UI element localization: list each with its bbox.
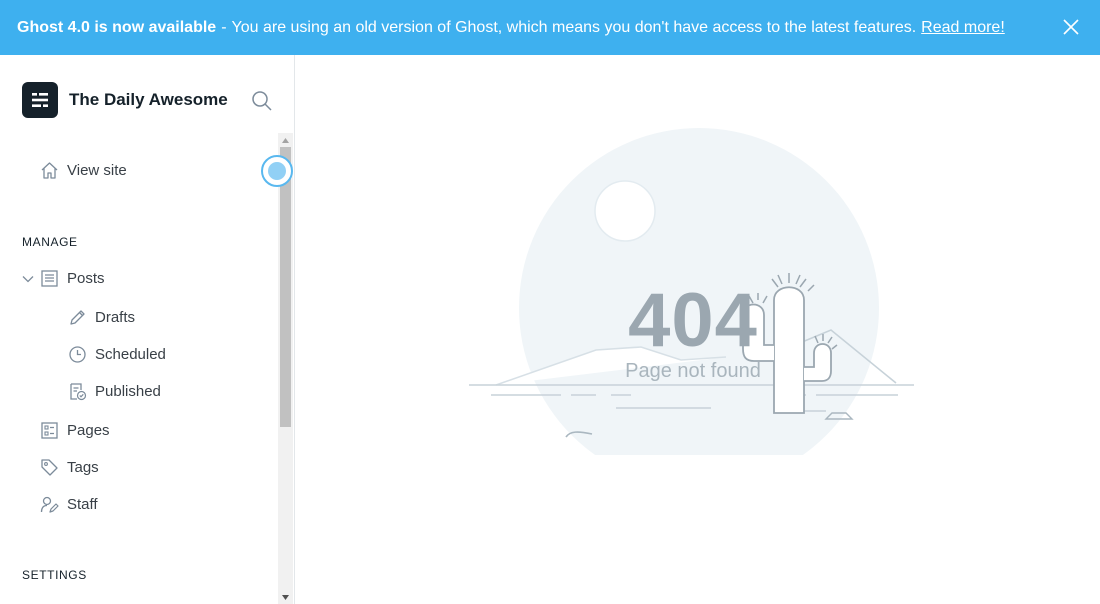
nav-posts[interactable]: Posts bbox=[22, 269, 105, 288]
nav-tags-label: Tags bbox=[67, 459, 99, 476]
pages-icon bbox=[41, 422, 58, 439]
error-code: 404 bbox=[628, 278, 758, 363]
error-message: Page not found bbox=[625, 360, 761, 382]
manage-heading: MANAGE bbox=[22, 235, 78, 249]
nav-published[interactable]: Published bbox=[68, 382, 161, 401]
pencil-icon bbox=[70, 310, 85, 325]
published-icon bbox=[70, 383, 87, 401]
nav-drafts-label: Drafts bbox=[95, 309, 136, 326]
search-icon[interactable] bbox=[251, 90, 273, 112]
clock-icon bbox=[69, 346, 86, 363]
update-banner: Ghost 4.0 is now available - You are usi… bbox=[0, 0, 1100, 55]
banner-message: You are using an old version of Ghost, w… bbox=[231, 18, 917, 36]
nav-published-label: Published bbox=[95, 383, 161, 400]
banner-separator: - bbox=[221, 18, 227, 36]
nav-pages-label: Pages bbox=[67, 422, 110, 439]
site-title: The Daily Awesome bbox=[69, 90, 228, 109]
scroll-up-arrow-icon[interactable] bbox=[278, 133, 293, 147]
posts-icon bbox=[41, 270, 58, 287]
sidebar: The Daily Awesome View site MANAGE Posts… bbox=[0, 55, 295, 604]
scroll-down-arrow-icon[interactable] bbox=[278, 590, 293, 604]
nav-posts-label: Posts bbox=[67, 270, 105, 287]
nav-drafts[interactable]: Drafts bbox=[68, 308, 135, 327]
banner-title: Ghost 4.0 is now available bbox=[17, 18, 217, 36]
ghost-logo-icon bbox=[22, 82, 58, 118]
settings-heading: SETTINGS bbox=[22, 568, 87, 582]
chevron-down-icon[interactable] bbox=[22, 273, 34, 285]
nav-staff[interactable]: Staff bbox=[40, 495, 98, 514]
brand[interactable]: The Daily Awesome bbox=[22, 82, 228, 118]
nav-view-site[interactable]: View site bbox=[40, 161, 127, 180]
scroll-thumb[interactable] bbox=[280, 147, 291, 427]
nav-pages[interactable]: Pages bbox=[40, 421, 110, 440]
read-more-link[interactable]: Read more! bbox=[921, 19, 1005, 37]
nav-scheduled[interactable]: Scheduled bbox=[68, 345, 166, 364]
home-icon bbox=[41, 162, 58, 179]
cursor-indicator bbox=[261, 155, 293, 187]
close-icon[interactable] bbox=[1060, 16, 1082, 38]
staff-icon bbox=[40, 496, 59, 513]
tag-icon bbox=[41, 459, 58, 476]
nav-tags[interactable]: Tags bbox=[40, 458, 99, 477]
nav-view-site-label: View site bbox=[67, 162, 127, 179]
nav-scheduled-label: Scheduled bbox=[95, 346, 166, 363]
nav-staff-label: Staff bbox=[67, 496, 98, 513]
